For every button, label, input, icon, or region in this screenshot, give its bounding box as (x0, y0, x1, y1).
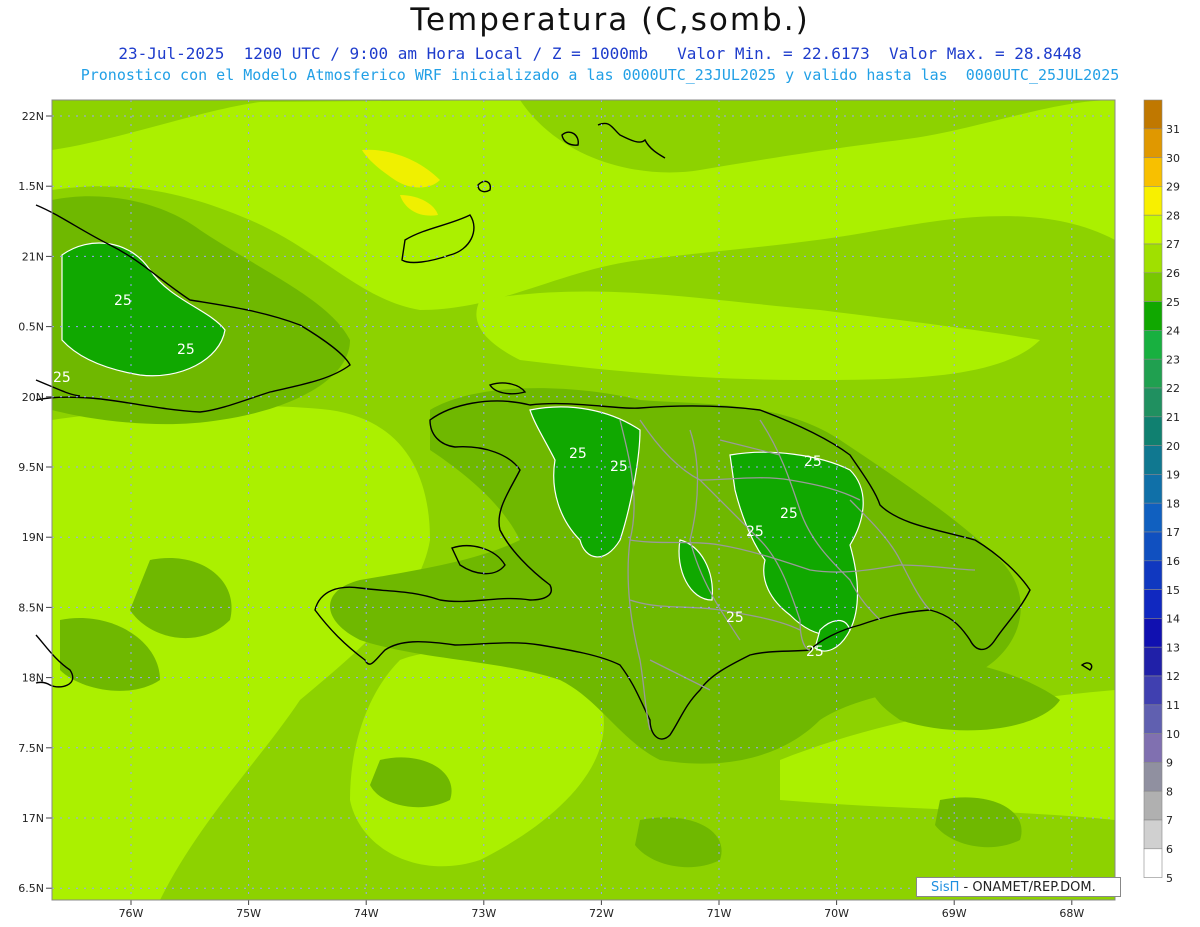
longitude-label: 71W (707, 907, 732, 920)
legend-label: 10 (1166, 728, 1180, 741)
legend-swatch (1143, 243, 1163, 274)
map-figure: 25 25 25 25 25 25 25 25 25 25 22N1.5N21N… (18, 99, 1180, 920)
legend-swatch (1143, 214, 1163, 245)
legend-swatch (1143, 762, 1163, 792)
legend-swatch (1143, 618, 1163, 648)
legend-swatch (1143, 502, 1163, 533)
longitude-label: 68W (1059, 907, 1084, 920)
longitude-label: 72W (589, 907, 614, 920)
latitude-label: 0.5N (18, 321, 44, 334)
contour-label: 25 (53, 370, 71, 386)
legend-label: 19 (1166, 469, 1180, 482)
legend-swatch (1143, 186, 1163, 216)
legend-label: 18 (1166, 497, 1180, 510)
legend-label: 9 (1166, 757, 1173, 770)
legend-swatch (1143, 819, 1163, 850)
legend-swatch (1143, 157, 1163, 187)
longitude-label: 76W (119, 907, 144, 920)
latitude-label: 1.5N (18, 180, 44, 193)
legend-swatch (1143, 416, 1163, 446)
legend-swatch (1143, 733, 1163, 763)
legend-swatch (1143, 99, 1163, 130)
legend-label: 7 (1166, 814, 1173, 827)
legend-label: 14 (1166, 613, 1180, 626)
legend-swatch (1143, 646, 1163, 677)
contour-label: 25 (726, 610, 744, 626)
legend-label: 22 (1166, 382, 1180, 395)
legend-label: 11 (1166, 699, 1180, 712)
legend-label: 15 (1166, 584, 1180, 597)
contour-label: 25 (569, 446, 587, 462)
legend-label: 20 (1166, 440, 1180, 453)
legend-label: 6 (1166, 843, 1173, 856)
latitude-label: 21N (22, 250, 44, 263)
credit-text: - ONAMET/REP.DOM. (959, 880, 1096, 895)
legend-label: 12 (1166, 670, 1180, 683)
legend-swatch (1143, 387, 1163, 418)
legend-swatch (1143, 272, 1163, 302)
legend-label: 28 (1166, 209, 1180, 222)
contour-label: 25 (804, 454, 822, 470)
legend-swatch (1143, 675, 1163, 706)
legend-label: 30 (1166, 152, 1180, 165)
longitude-labels: 76W 75W 74W 73W 72W 71W 70W 69W 68W (119, 900, 1084, 920)
latitude-label: 20N (22, 391, 44, 404)
legend-label: 31 (1166, 123, 1180, 136)
longitude-label: 74W (354, 907, 379, 920)
latitude-label: 9.5N (18, 461, 44, 474)
latitude-label: 6.5N (18, 882, 44, 895)
legend-label: 24 (1166, 325, 1180, 338)
legend-label: 5 (1166, 872, 1173, 885)
legend-swatch (1143, 790, 1163, 821)
legend-swatch (1143, 531, 1163, 562)
legend-swatch (1143, 848, 1163, 878)
longitude-label: 75W (236, 907, 261, 920)
legend-swatch (1143, 474, 1163, 504)
latitude-label: 17N (22, 812, 44, 825)
legend-label: 13 (1166, 641, 1180, 654)
legend-swatch (1143, 589, 1163, 619)
contour-label: 25 (114, 293, 132, 309)
contour-label: 25 (806, 644, 824, 660)
longitude-label: 69W (942, 907, 967, 920)
color-legend: 31 30 29 28 27 26 25 24 23 22 21 20 19 18 17 16 15 14 13 12… (1143, 99, 1180, 885)
contour-label: 25 (177, 342, 195, 358)
legend-label: 25 (1166, 296, 1180, 309)
legend-swatch (1143, 330, 1163, 360)
latitude-label: 18N (22, 672, 44, 685)
legend-label: 23 (1166, 353, 1180, 366)
legend-label: 17 (1166, 526, 1180, 539)
legend-label: 8 (1166, 785, 1173, 798)
legend-label: 26 (1166, 267, 1180, 280)
legend-label: 29 (1166, 181, 1180, 194)
credit-brand: SisΠ (931, 880, 960, 895)
legend-swatch (1143, 301, 1163, 331)
legend-label: 21 (1166, 411, 1180, 424)
longitude-label: 73W (471, 907, 496, 920)
legend-swatch (1143, 445, 1163, 475)
longitude-label: 70W (824, 907, 849, 920)
legend-swatch (1143, 560, 1163, 590)
latitude-label: 7.5N (18, 742, 44, 755)
legend-swatch (1143, 358, 1163, 389)
credit-box: SisΠ - ONAMET/REP.DOM. (916, 877, 1121, 897)
legend-swatch (1143, 704, 1163, 734)
legend-label: 16 (1166, 555, 1180, 568)
latitude-label: 22N (22, 110, 44, 123)
latitude-label: 8.5N (18, 601, 44, 614)
legend-swatch (1143, 128, 1163, 158)
legend-label: 27 (1166, 238, 1180, 251)
contour-label: 25 (780, 506, 798, 522)
latitude-labels: 22N 1.5N 21N 0.5N 20N 9.5N 19N 8.5N 18N 7.5N 17N 6.… (18, 110, 52, 895)
latitude-label: 19N (22, 531, 44, 544)
